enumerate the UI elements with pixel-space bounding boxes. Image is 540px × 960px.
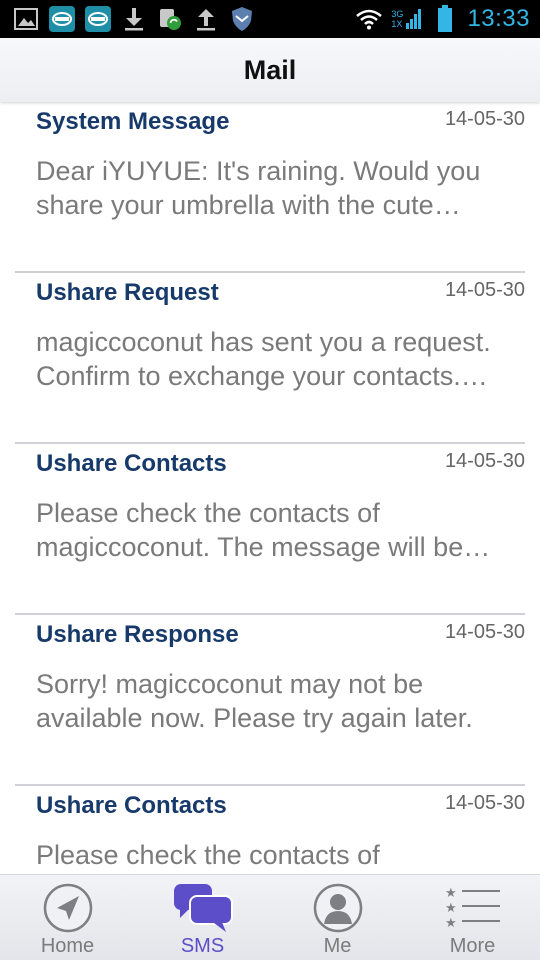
- svg-text:★: ★: [445, 916, 457, 931]
- svg-text:★: ★: [445, 886, 457, 901]
- message-title: System Message: [36, 108, 230, 135]
- message-title: Ushare Request: [36, 279, 219, 306]
- compass-icon: [42, 883, 94, 933]
- signal-icon: 3G 1X: [391, 7, 423, 31]
- message-item[interactable]: Ushare Request 14-05-30 magiccoconut has…: [15, 273, 525, 444]
- person-icon: [312, 883, 364, 933]
- app-icon: [48, 6, 76, 32]
- message-date: 14-05-30: [444, 108, 525, 130]
- wifi-icon: [355, 6, 383, 32]
- tab-label: SMS: [180, 935, 225, 957]
- clock: 13:33: [467, 5, 530, 32]
- download-icon: [120, 6, 148, 32]
- message-item[interactable]: Ushare Response 14-05-30 Sorry! magiccoc…: [15, 615, 525, 786]
- message-item[interactable]: Ushare Contacts 14-05-30 Please check th…: [15, 444, 525, 615]
- page-title: Mail: [243, 54, 297, 85]
- message-list[interactable]: System Message 14-05-30 Dear iYUYUE: It'…: [0, 102, 540, 874]
- message-date: 14-05-30: [444, 621, 525, 643]
- message-preview: Dear iYUYUE: It's raining. Would you sha…: [36, 156, 481, 220]
- network-type-top: 3G: [391, 9, 404, 19]
- tab-sms[interactable]: SMS: [135, 875, 270, 960]
- header: Mail: [0, 38, 540, 102]
- system-status: 3G 1X 13:33: [355, 0, 530, 38]
- app-icon: [84, 6, 112, 32]
- battery-icon: [431, 5, 459, 32]
- upload-icon: [192, 6, 220, 32]
- star-list-icon: ★ ★ ★: [444, 883, 502, 933]
- gallery-icon: [12, 6, 40, 32]
- message-preview: Sorry! magiccoconut may not be available…: [36, 669, 473, 733]
- status-bar: 3G 1X 13:33: [0, 0, 540, 38]
- message-date: 14-05-30: [444, 279, 525, 301]
- message-title: Ushare Contacts: [36, 792, 227, 819]
- message-date: 14-05-30: [444, 450, 525, 472]
- shield-icon: [228, 6, 256, 32]
- tab-label: Me: [323, 935, 352, 957]
- message-preview: magiccoconut has sent you a request. Con…: [36, 327, 491, 391]
- tab-home[interactable]: Home: [0, 875, 135, 960]
- network-type-bottom: 1X: [391, 19, 403, 29]
- tab-more[interactable]: ★ ★ ★ More: [405, 875, 540, 960]
- tab-me[interactable]: Me: [270, 875, 405, 960]
- message-preview: Please check the contacts of magiccoconu…: [36, 498, 491, 562]
- message-title: Ushare Response: [36, 621, 239, 648]
- bottom-tab-bar: Home SMS Me ★ ★ ★ More: [0, 874, 540, 960]
- message-title: Ushare Contacts: [36, 450, 227, 477]
- message-item[interactable]: System Message 14-05-30 Dear iYUYUE: It'…: [15, 102, 525, 273]
- chat-bubbles-icon: [172, 883, 234, 933]
- message-date: 14-05-30: [444, 792, 525, 814]
- message-item[interactable]: Ushare Contacts 14-05-30 Please check th…: [15, 786, 525, 874]
- tab-label: More: [449, 935, 496, 957]
- message-preview: Please check the contacts of: [36, 840, 380, 870]
- tab-label: Home: [40, 935, 95, 957]
- notification-icons: [0, 6, 256, 32]
- svg-text:★: ★: [445, 901, 457, 916]
- sync-icon: [156, 6, 184, 32]
